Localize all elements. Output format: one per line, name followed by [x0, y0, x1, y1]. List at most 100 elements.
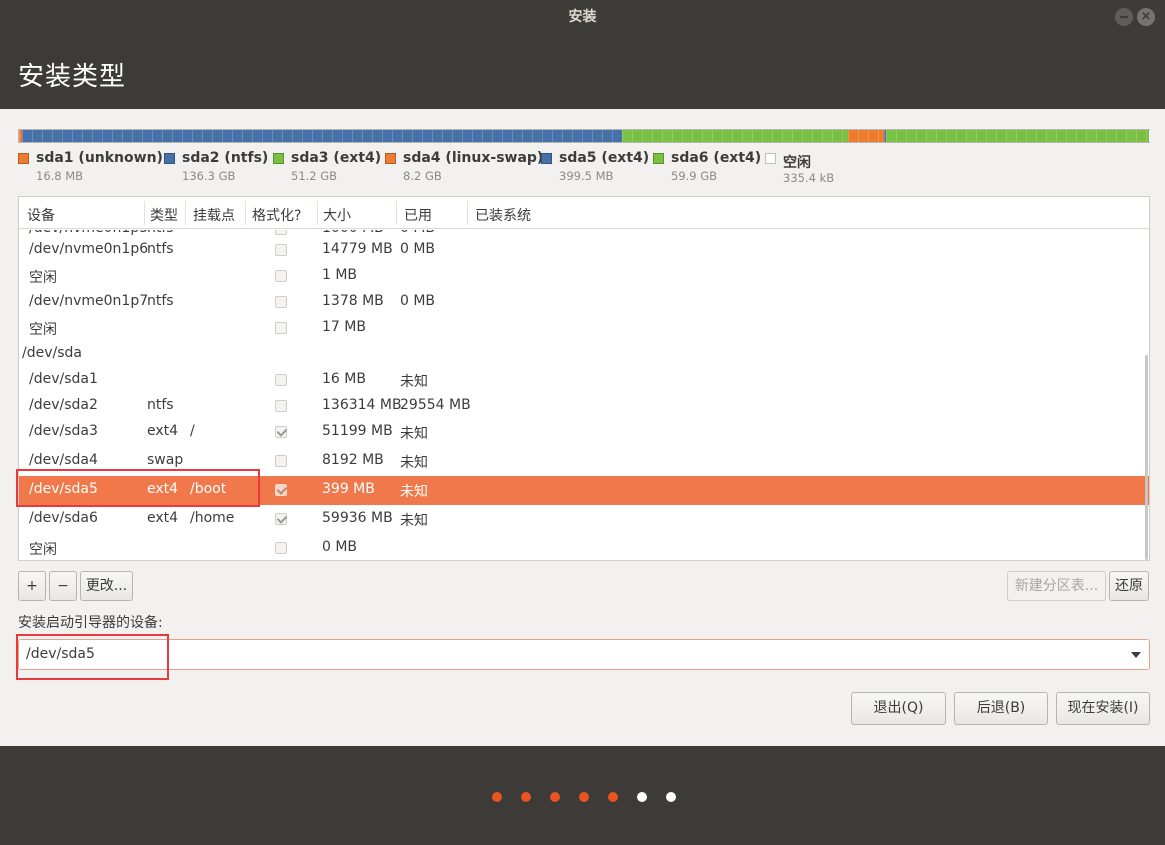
legend-size: 16.8 MB [36, 169, 84, 183]
cell-device: /dev/sda6 [29, 510, 98, 526]
progress-dot [637, 792, 647, 802]
cell-mount: /home [190, 510, 235, 526]
legend-size: 136.3 GB [182, 169, 236, 183]
cell-device: /dev/sda1 [29, 371, 98, 387]
format-checkbox[interactable] [275, 426, 287, 438]
format-checkbox[interactable] [275, 400, 287, 412]
column-mount[interactable]: 挂载点 [193, 205, 235, 225]
cell-size: 0 MB [322, 539, 358, 555]
partition-segment [622, 130, 848, 142]
format-checkbox[interactable] [275, 296, 287, 308]
format-checkbox[interactable] [275, 513, 287, 525]
legend-name: sda2 (ntfs) [182, 150, 269, 166]
cell-device: 空闲 [29, 322, 57, 338]
legend-name: sda4 (linux-swap) [403, 150, 544, 166]
progress-dot [550, 792, 560, 802]
cell-used: 未知 [400, 374, 428, 390]
legend-swatch [164, 153, 175, 164]
footer [0, 746, 1165, 845]
cell-device: /dev/nvme0n1p6 [29, 241, 149, 257]
column-used[interactable]: 已用 [404, 205, 432, 225]
partition-segment [21, 130, 623, 142]
legend-name: 空闲 [783, 155, 811, 171]
table-row[interactable]: /dev/nvme0n1p7 ntfs 1378 MB 0 MB [19, 288, 1149, 317]
cell-type: ntfs [147, 397, 174, 413]
cell-size: 14779 MB [322, 241, 393, 257]
quit-button[interactable]: 退出(Q) [851, 692, 946, 725]
partition-segment [847, 130, 884, 142]
legend-size: 8.2 GB [403, 169, 442, 183]
revert-button[interactable]: 还原 [1109, 571, 1149, 601]
page-title: 安装类型 [18, 62, 127, 92]
cell-device: /dev/sda2 [29, 397, 98, 413]
table-scrollbar[interactable] [1145, 355, 1148, 560]
format-checkbox[interactable] [275, 230, 287, 235]
legend-size: 51.2 GB [291, 169, 338, 183]
new-partition-table-button[interactable]: 新建分区表... [1007, 571, 1106, 601]
remove-partition-button[interactable]: − [49, 571, 77, 601]
legend-name: sda1 (unknown) [36, 150, 163, 166]
cell-mount: / [190, 423, 195, 439]
page-header: 安装类型 [0, 34, 1165, 109]
legend-size: 335.4 kB [783, 171, 835, 185]
cell-used: 未知 [400, 484, 428, 500]
table-row[interactable]: 空闲 0 MB [19, 534, 1149, 560]
change-partition-button[interactable]: 更改... [80, 571, 133, 601]
format-checkbox[interactable] [275, 244, 287, 256]
cell-type: swap [147, 452, 184, 468]
cell-device: /dev/sda3 [29, 423, 98, 439]
bootloader-label: 安装启动引导器的设备: [18, 615, 163, 631]
legend-size: 59.9 GB [671, 169, 718, 183]
cell-size: 136314 MB [322, 397, 402, 413]
legend-name: sda5 (ext4) [559, 150, 650, 166]
progress-dot [666, 792, 676, 802]
format-checkbox[interactable] [275, 322, 287, 334]
format-checkbox[interactable] [275, 455, 287, 467]
cell-device: /dev/nvme0n1p7 [29, 293, 149, 309]
table-row[interactable]: /dev/nvme0n1p6 ntfs 14779 MB 0 MB [19, 236, 1149, 265]
cell-used: 0 MB [400, 293, 436, 309]
annotation-highlight-bootloader [16, 634, 169, 680]
cell-size: 51199 MB [322, 423, 393, 439]
format-checkbox[interactable] [275, 484, 287, 496]
table-body: /dev/nvme0n1p5ntfs1000 MB0 MB/dev/nvme0n… [19, 230, 1149, 560]
cell-size: 1 MB [322, 267, 358, 283]
legend-swatch [385, 153, 396, 164]
table-row[interactable]: /dev/sda6 ext4/home 59936 MB 未知 [19, 505, 1149, 534]
bootloader-device-select[interactable]: /dev/sda5 [18, 639, 1150, 670]
progress-dot [492, 792, 502, 802]
annotation-highlight-row [16, 469, 260, 507]
add-partition-button[interactable]: + [18, 571, 46, 601]
column-size[interactable]: 大小 [323, 205, 351, 225]
partition-bar [18, 129, 1150, 143]
cell-device: 空闲 [29, 542, 57, 558]
cell-type: ext4 [147, 510, 179, 526]
progress-dot [521, 792, 531, 802]
progress-dots [492, 792, 676, 802]
format-checkbox[interactable] [275, 542, 287, 554]
progress-dot [608, 792, 618, 802]
cell-used: 未知 [400, 426, 428, 442]
minimize-icon[interactable] [1115, 8, 1133, 26]
legend-name: sda6 (ext4) [671, 150, 762, 166]
back-button[interactable]: 后退(B) [954, 692, 1048, 725]
table-row[interactable]: 空闲 17 MB [19, 314, 1149, 343]
legend-swatch [18, 153, 29, 164]
cell-size: 8192 MB [322, 452, 384, 468]
column-device[interactable]: 设备 [27, 205, 55, 225]
table-row[interactable]: 空闲 1 MB [19, 262, 1149, 291]
column-format[interactable]: 格式化? [252, 205, 301, 225]
legend-swatch [653, 153, 664, 164]
cell-type: ntfs [147, 241, 174, 257]
column-type[interactable]: 类型 [150, 205, 178, 225]
column-installed-os[interactable]: 已装系统 [475, 205, 531, 225]
format-checkbox[interactable] [275, 270, 287, 282]
table-row[interactable]: /dev/sda1 16 MB 未知 [19, 366, 1149, 395]
format-checkbox[interactable] [275, 374, 287, 386]
table-row[interactable]: /dev/sda2 ntfs 136314 MB 29554 MB [19, 392, 1149, 421]
close-icon[interactable]: × [1137, 8, 1155, 26]
install-now-button[interactable]: 现在安装(I) [1056, 692, 1150, 725]
table-row[interactable]: /dev/sda3 ext4 / 51199 MB 未知 [19, 418, 1149, 447]
table-row[interactable]: /dev/sda [19, 340, 1149, 369]
cell-size: 16 MB [322, 371, 366, 387]
